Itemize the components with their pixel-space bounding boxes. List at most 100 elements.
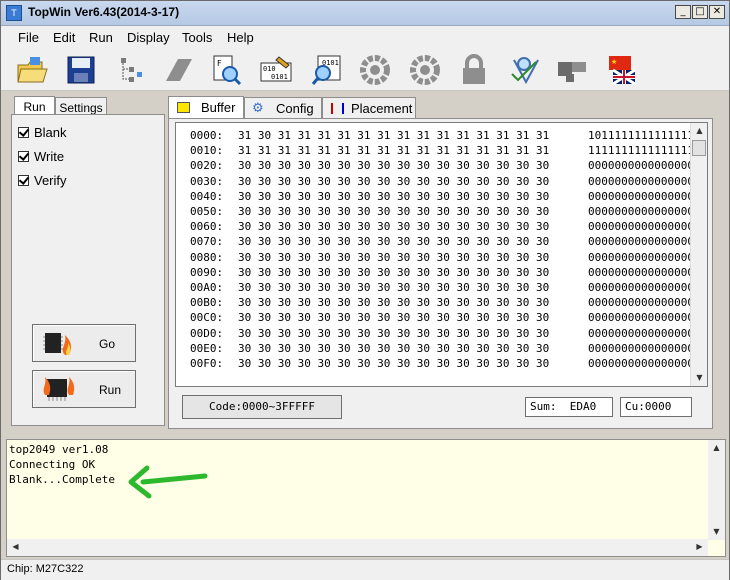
hex-addr: 0040:	[190, 189, 224, 203]
log-line: Connecting OK	[9, 458, 96, 471]
write-checkbox[interactable]	[18, 151, 29, 162]
hex-addr: 0010:	[190, 144, 224, 158]
hex-bytes: 30 30 30 30 30 30 30 30 30 30 30 30 30 3…	[238, 341, 550, 355]
title-bar[interactable]: T TopWin Ver6.43(2014-3-17) _ □ ✕	[1, 1, 729, 26]
scroll-down-icon[interactable]: ▼	[709, 524, 724, 540]
hex-bytes: 30 30 30 30 30 30 30 30 30 30 30 30 30 3…	[238, 235, 550, 249]
hex-addr: 00E0:	[190, 341, 224, 355]
hex-bytes: 30 30 30 30 30 30 30 30 30 30 30 30 30 3…	[238, 174, 550, 188]
hex-ascii: 0000000000000000	[588, 174, 694, 188]
log-hscrollbar[interactable]: ◀ ▶	[7, 539, 708, 556]
blank-label: Blank	[34, 125, 67, 140]
binary-search-icon[interactable]: 0101	[309, 53, 343, 87]
hex-addr: 0090:	[190, 265, 224, 279]
svg-text:F: F	[217, 59, 222, 68]
hex-bytes: 30 30 30 30 30 30 30 30 30 30 30 30 30 3…	[238, 265, 550, 279]
hex-ascii: 0000000000000000	[588, 250, 694, 264]
go-button[interactable]: Go	[32, 324, 136, 362]
hex-ascii: 0000000000000000	[588, 357, 694, 370]
svg-text:010: 010	[263, 65, 276, 73]
hex-bytes: 30 30 30 30 30 30 30 30 30 30 30 30 30 3…	[238, 220, 550, 234]
hex-bytes: 30 30 30 30 30 30 30 30 30 30 30 30 30 3…	[238, 189, 550, 203]
hex-ascii: 0000000000000000	[588, 341, 694, 355]
hex-ascii: 0000000000000000	[588, 281, 694, 294]
chip-status: Chip: M27C322	[7, 563, 84, 575]
scroll-up-icon[interactable]: ▲	[692, 123, 707, 139]
menu-edit[interactable]: Edit	[53, 30, 75, 45]
close-button[interactable]: ✕	[709, 5, 725, 19]
scroll-thumb[interactable]	[692, 140, 706, 156]
hex-addr: 00D0:	[190, 326, 224, 340]
hex-addr: 0000:	[190, 129, 224, 142]
save-disk-icon[interactable]	[64, 53, 98, 87]
hex-bytes: 30 30 30 30 30 30 30 30 30 30 30 30 30 3…	[238, 296, 550, 310]
toolbar: F 010 0101 0101 ★	[1, 48, 729, 91]
hex-view[interactable]: 0000: 31 30 31 31 31 31 31 31 31 31 31 31…	[175, 122, 708, 387]
hex-addr: 00B0:	[190, 296, 224, 310]
tab-run[interactable]: Run	[14, 96, 55, 115]
lock-icon[interactable]	[457, 53, 491, 87]
verify-option[interactable]: Verify	[18, 173, 67, 188]
open-folder-icon[interactable]	[15, 53, 49, 87]
log-pane[interactable]: top2049 ver1.08 Connecting OK Blank...Co…	[6, 439, 726, 557]
tab-config-label: Config	[276, 101, 314, 116]
tab-config[interactable]: ⚙ Config	[244, 97, 322, 119]
go-label: Go	[99, 337, 116, 351]
sum-field: Sum: EDA0	[525, 397, 613, 417]
hex-ascii: 0000000000000000	[588, 311, 694, 325]
config-gear-icon: ⚙	[252, 101, 264, 116]
main-window: T TopWin Ver6.43(2014-3-17) _ □ ✕ File E…	[0, 0, 730, 580]
menu-file[interactable]: File	[18, 30, 39, 45]
hex-ascii: 0000000000000000	[588, 326, 694, 340]
menu-run[interactable]: Run	[89, 30, 113, 45]
binary-edit-icon[interactable]: 010 0101	[259, 53, 293, 87]
scroll-right-icon[interactable]: ▶	[692, 539, 707, 555]
hex-ascii: 0000000000000000	[588, 235, 694, 249]
app-icon: T	[6, 5, 22, 21]
menu-display[interactable]: Display	[127, 30, 170, 45]
checklist-icon[interactable]	[507, 53, 541, 87]
hex-ascii: 0000000000000000	[588, 189, 694, 203]
chip-fire-icon	[43, 377, 75, 401]
scroll-left-icon[interactable]: ◀	[8, 539, 23, 555]
menu-bar: File Edit Run Display Tools Help	[1, 26, 729, 48]
verify-checkbox[interactable]	[18, 175, 29, 186]
menu-help[interactable]: Help	[227, 30, 254, 45]
flags-icon[interactable]: ★	[605, 53, 639, 87]
hex-bytes: 30 30 30 30 30 30 30 30 30 30 30 30 30 3…	[238, 357, 550, 370]
eraser-icon[interactable]	[161, 53, 195, 87]
tab-placement-label: Placement	[351, 101, 413, 116]
hex-bytes: 30 30 30 30 30 30 30 30 30 30 30 30 30 3…	[238, 250, 550, 264]
gear-icon[interactable]	[358, 53, 392, 87]
blank-checkbox[interactable]	[18, 127, 29, 138]
tree-icon[interactable]	[115, 53, 149, 87]
minimize-button[interactable]: _	[675, 5, 691, 19]
hex-bytes: 30 30 30 30 30 30 30 30 30 30 30 30 30 3…	[238, 159, 550, 173]
run-button[interactable]: Run	[32, 370, 136, 408]
hex-ascii: 0000000000000000	[588, 265, 694, 279]
write-option[interactable]: Write	[18, 149, 64, 164]
chip-icon[interactable]	[555, 53, 589, 87]
hex-addr: 0070:	[190, 235, 224, 249]
blank-option[interactable]: Blank	[18, 125, 67, 140]
maximize-button[interactable]: □	[692, 5, 708, 19]
verify-label: Verify	[34, 173, 67, 188]
hex-addr: 00A0:	[190, 281, 224, 294]
search-file-icon[interactable]: F	[209, 53, 243, 87]
hex-ascii: 0000000000000000	[588, 159, 694, 173]
code-range-button[interactable]: Code:0000~3FFFFF	[182, 395, 342, 419]
hex-bytes: 30 30 30 30 30 30 30 30 30 30 30 30 30 3…	[238, 311, 550, 325]
gear-icon[interactable]	[408, 53, 442, 87]
tab-buffer[interactable]: Buffer	[168, 96, 244, 119]
hex-ascii: 1111111111111111	[588, 144, 694, 158]
hex-scrollbar[interactable]: ▲ ▼	[690, 123, 707, 386]
placement-icon	[331, 103, 344, 114]
hex-bytes: 30 30 30 30 30 30 30 30 30 30 30 30 30 3…	[238, 326, 550, 340]
scroll-up-icon[interactable]: ▲	[709, 440, 724, 456]
menu-tools[interactable]: Tools	[182, 30, 212, 45]
hex-ascii: 0000000000000000	[588, 205, 694, 218]
scroll-down-icon[interactable]: ▼	[692, 370, 707, 386]
tab-placement[interactable]: Placement	[322, 97, 416, 119]
log-scrollbar[interactable]: ▲ ▼	[708, 440, 725, 540]
hex-bytes: 31 31 31 31 31 31 31 31 31 31 31 31 31 3…	[238, 144, 550, 158]
